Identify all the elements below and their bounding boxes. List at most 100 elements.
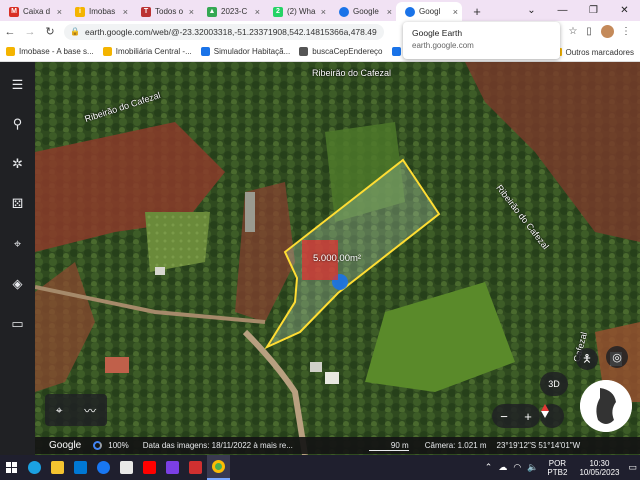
pegman-icon[interactable]: 🯅 (576, 348, 598, 370)
imobase-icon: i (75, 6, 85, 17)
whatsapp-icon: 2 (273, 6, 283, 17)
facebook-icon[interactable] (92, 455, 115, 480)
back-arrow-icon[interactable]: ← (0, 21, 20, 42)
google-earth-icon (339, 6, 349, 17)
tab-close-icon[interactable]: × (321, 7, 326, 17)
todos-icon: T (141, 6, 151, 17)
windows-taskbar: ⌃ ☁ ◠ 🔈 POR PTB2 10:30 10/05/2023 ▭ (0, 455, 640, 480)
menu-icon[interactable]: ☰ (0, 72, 35, 98)
gmail-icon: M (9, 6, 19, 17)
my-location-icon[interactable]: ◎ (606, 346, 628, 368)
tab-label: Todos o (155, 7, 184, 16)
url-text: earth.google.com/web/@-23.32003318,-51.2… (84, 26, 377, 37)
browser-tab[interactable]: 2 (2) Wha × (264, 2, 330, 21)
bookmark-item[interactable]: buscaCepEndereço (299, 47, 383, 56)
search-icon[interactable]: ⚲ (0, 111, 35, 137)
globe-icon[interactable] (580, 380, 632, 432)
area-label: 5.000,00m² (313, 253, 362, 264)
cloud-icon[interactable]: ☁ (498, 462, 507, 473)
url-field[interactable]: 🔒 earth.google.com/web/@-23.32003318,-51… (64, 23, 384, 40)
tab-hover-card: Google Earth earth.google.com (403, 22, 560, 59)
ruler-icon[interactable]: ▭ (0, 311, 35, 337)
tab-search-icon[interactable]: ⌄ (516, 0, 547, 21)
tab-label: Googl (419, 7, 441, 16)
tab-label: Caixa d (23, 7, 51, 16)
projects-icon[interactable]: ⌖ (0, 231, 35, 257)
avatar[interactable] (601, 25, 614, 38)
tab-close-icon[interactable]: × (57, 7, 62, 17)
scale-label: 90 m (368, 441, 409, 451)
voyager-icon[interactable]: ✲ (0, 151, 35, 177)
dice-icon[interactable]: ⚄ (0, 191, 35, 217)
tab-close-icon[interactable]: × (255, 7, 260, 17)
browser-tab[interactable]: ▲ 2023-C × (198, 2, 264, 21)
bookmark-item[interactable]: Simulador Habitaçã... (200, 47, 290, 56)
tab-label: Imobas (89, 7, 116, 16)
bookmark-favicon-icon (200, 47, 210, 56)
measure-toolbox: ⌖ 〰 (45, 394, 107, 426)
bookmark-favicon-icon (391, 47, 401, 56)
layers-icon[interactable]: ◈ (0, 271, 35, 297)
browser-tab[interactable]: M Caixa d × (0, 2, 66, 21)
forward-arrow-icon[interactable]: → (20, 21, 40, 42)
earth-status-bar: Google 100% Data das imagens: 18/11/2022… (35, 437, 640, 454)
satellite-map-view[interactable]: Ribeirão do Cafezal Ribeirão do Cafezal … (35, 62, 640, 455)
wifi-icon[interactable]: ◠ (513, 462, 521, 473)
language-code: POR (548, 458, 567, 468)
google-earth-icon (405, 6, 415, 17)
hover-card-title: Google Earth (412, 28, 463, 38)
tab-close-icon[interactable]: × (123, 7, 128, 17)
chevron-up-icon[interactable]: ⌃ (485, 462, 493, 473)
tab-close-icon[interactable]: × (387, 7, 392, 17)
store-icon[interactable] (115, 455, 138, 480)
volume-icon[interactable]: 🔈 (527, 462, 538, 473)
hover-card-url: earth.google.com (412, 41, 474, 50)
tab-label: 2023-C (221, 7, 248, 16)
tab-close-icon[interactable]: × (189, 7, 194, 17)
reload-icon[interactable]: ↻ (40, 21, 60, 42)
tab-label: Google (353, 7, 379, 16)
side-panel-icon[interactable]: ▯ (581, 26, 597, 37)
language-indicator[interactable]: POR PTB2 (547, 459, 567, 477)
edge-icon[interactable] (23, 455, 46, 480)
toggle-3d-button[interactable]: 3D (540, 372, 568, 396)
app-v-icon[interactable] (184, 455, 207, 480)
new-tab-button[interactable]: + (468, 2, 486, 21)
windows-start-icon[interactable] (0, 455, 23, 480)
compass-icon[interactable] (540, 404, 564, 428)
chrome-icon[interactable] (207, 455, 230, 480)
bookmark-favicon-icon (102, 47, 112, 56)
google-logo: Google (49, 440, 82, 451)
close-icon[interactable]: ✕ (609, 0, 640, 21)
bookmark-favicon-icon (6, 47, 15, 56)
menu-dots-icon[interactable]: ⋮ (618, 26, 634, 37)
river-label-top: Ribeirão do Cafezal (312, 68, 392, 78)
maximize-icon[interactable]: ❐ (578, 0, 609, 21)
window-controls: ⌄ — ❐ ✕ (516, 0, 640, 21)
browser-tab[interactable]: Google × (330, 2, 396, 21)
browser-tab-bar: M Caixa d × i Imobas × T Todos o × ▲ 2023-C × 2 (2) W… (0, 0, 640, 21)
imagery-date[interactable]: Data das imagens: 18/11/2022 à mais re..… (143, 441, 343, 450)
browser-tab[interactable]: i Imobas × (66, 2, 132, 21)
system-tray: ⌃ ☁ ◠ 🔈 POR PTB2 10:30 10/05/2023 ▭ (482, 455, 640, 480)
media-player-icon[interactable] (161, 455, 184, 480)
tab-close-icon[interactable]: × (453, 7, 458, 17)
minimize-icon[interactable]: — (547, 0, 578, 21)
file-explorer-icon[interactable] (46, 455, 69, 480)
clock[interactable]: 10:30 10/05/2023 (579, 459, 619, 477)
loading-ring-icon (93, 441, 103, 450)
youtube-icon[interactable] (138, 455, 161, 480)
bookmark-star-icon[interactable]: ☆ (565, 26, 581, 37)
placemark-icon[interactable]: ⌖ (56, 403, 63, 418)
browser-tab[interactable]: T Todos o × (132, 2, 198, 21)
zoom-in-button[interactable]: + (524, 409, 532, 424)
bookmark-item[interactable]: Imobase - A base s... (6, 47, 94, 56)
zoom-out-button[interactable]: − (500, 409, 508, 424)
tab-label: (2) Wha (287, 7, 316, 16)
mail-icon[interactable] (69, 455, 92, 480)
other-bookmarks[interactable]: Outros marcadores (566, 48, 634, 57)
bookmark-item[interactable]: Imobiliária Central -... (102, 47, 192, 56)
path-icon[interactable]: 〰 (84, 402, 96, 419)
browser-tab[interactable]: Googl × (396, 2, 462, 21)
notification-icon[interactable]: ▭ (628, 462, 637, 473)
